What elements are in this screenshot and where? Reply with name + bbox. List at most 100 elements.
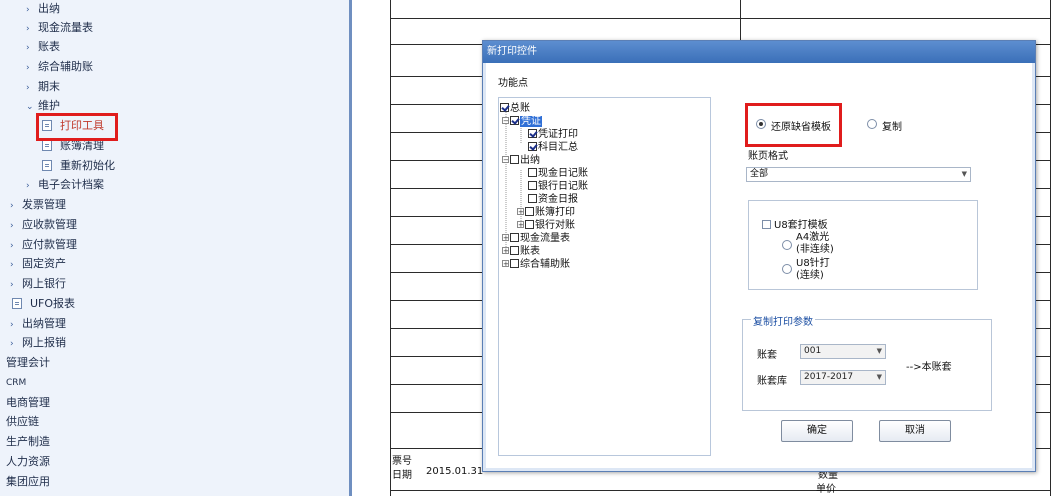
expand-icon[interactable]: + [502, 247, 509, 255]
date-value: 2015.01.31 [426, 466, 484, 477]
cancel-button[interactable]: 取消 [879, 420, 951, 442]
form-line [390, 490, 1051, 491]
sidebar-item-ecommerce[interactable]: 电商管理 [6, 394, 50, 412]
sidebar-item-reinitialize[interactable]: 重新初始化 [42, 157, 115, 175]
dialog-title[interactable]: 新打印控件 [483, 41, 1035, 63]
chevron-right-icon: › [10, 201, 14, 211]
sidebar-item-cashier-mgmt[interactable]: › 出纳管理 [10, 315, 66, 333]
form-line [390, 18, 1051, 19]
u8-template-option[interactable]: U8套打模板 [762, 216, 828, 231]
chevron-right-icon: › [10, 320, 14, 330]
tree-node-bank-reconcile[interactable]: + 银行对账 [517, 219, 575, 232]
function-point-label: 功能点 [498, 78, 528, 89]
tree-node-bank-journal[interactable]: 银行日记账 [528, 180, 588, 193]
sidebar-item-period-end[interactable]: › 期末 [26, 78, 60, 96]
expand-icon[interactable]: + [517, 208, 524, 216]
tree-node-cash-journal[interactable]: 现金日记账 [528, 167, 588, 180]
sidebar-item-online-bank[interactable]: › 网上银行 [10, 275, 66, 293]
tree-node-book-print[interactable]: + 账簿打印 [517, 206, 575, 219]
chevron-right-icon: › [10, 339, 14, 349]
sidebar-item-reports[interactable]: › 账表 [26, 38, 60, 56]
highlight-box [36, 113, 118, 141]
navigation-sidebar: › 出纳 › 现金流量表 › 账表 › 综合辅助账 › 期末 ⌄ 维护 打印工具 账簿清理 … [0, 0, 352, 496]
checkbox-unchecked[interactable] [510, 155, 519, 164]
sidebar-item-cashier[interactable]: › 出纳 [26, 0, 60, 18]
page-format-select[interactable]: 全部 ▼ [746, 167, 971, 182]
sidebar-item-payables[interactable]: › 应付款管理 [10, 236, 77, 254]
document-icon [42, 160, 52, 171]
chevron-right-icon: › [26, 43, 30, 53]
dropdown-arrow-icon: ▼ [961, 170, 967, 178]
radio-u8-needle[interactable] [782, 264, 792, 274]
tree-node-funds-daily[interactable]: 资金日报 [528, 193, 578, 206]
chevron-right-icon: › [10, 260, 14, 270]
expand-icon[interactable]: + [502, 234, 509, 242]
tree-node-cashier[interactable]: − 出纳 [502, 154, 540, 167]
checkbox-checked[interactable] [500, 103, 509, 112]
chevron-right-icon: › [26, 5, 30, 15]
checkbox-unchecked[interactable] [510, 259, 519, 268]
sidebar-item-auxiliary-ledger[interactable]: › 综合辅助账 [26, 58, 93, 76]
sidebar-item-invoice[interactable]: › 发票管理 [10, 196, 66, 214]
sidebar-item-ufo-report[interactable]: UFO报表 [12, 295, 75, 313]
function-tree: 总账 − 凭证 凭证打印 科目汇总 − 出纳 现金日记账 银行日记账 资金日报 + 账… [498, 97, 711, 456]
chevron-right-icon: › [10, 221, 14, 231]
a4-laser-label: A4激光 (非连续) [796, 232, 834, 255]
checkbox-unchecked[interactable] [510, 246, 519, 255]
checkbox-checked[interactable] [528, 142, 537, 151]
sidebar-item-manufacturing[interactable]: 生产制造 [6, 433, 50, 451]
collapse-icon[interactable]: − [502, 156, 509, 164]
tree-node-general-ledger[interactable]: 总账 [500, 102, 530, 115]
checkbox-checked[interactable] [510, 116, 519, 125]
tree-node-voucher[interactable]: − 凭证 [502, 115, 542, 128]
radio-a4-laser[interactable] [782, 240, 792, 250]
chevron-right-icon: › [26, 181, 30, 191]
tree-node-reports[interactable]: + 账表 [502, 245, 540, 258]
sidebar-item-online-expense[interactable]: › 网上报销 [10, 334, 66, 352]
sidebar-item-receivables[interactable]: › 应收款管理 [10, 216, 77, 234]
copy-params-group: 复制打印参数 [742, 313, 992, 411]
account-set-select[interactable]: 001 ▼ [800, 344, 886, 359]
sidebar-item-fixed-assets[interactable]: › 固定资产 [10, 255, 66, 273]
chevron-right-icon: › [10, 280, 14, 290]
dialog-body: 功能点 总账 − 凭证 凭证打印 科目汇总 − 出纳 现金日记账 银行日记账 资金日… [486, 63, 1032, 468]
tree-node-auxiliary-ledger[interactable]: + 综合辅助账 [502, 258, 570, 271]
checkbox-checked[interactable] [528, 129, 537, 138]
checkbox-unchecked[interactable] [528, 181, 537, 190]
expand-icon[interactable]: + [502, 260, 509, 268]
checkbox-unchecked[interactable] [525, 220, 534, 229]
checkbox-unchecked[interactable] [762, 220, 771, 229]
sidebar-item-supply-chain[interactable]: 供应链 [6, 413, 39, 431]
expand-icon[interactable]: + [517, 221, 524, 229]
checkbox-unchecked[interactable] [528, 168, 537, 177]
ok-button[interactable]: 确定 [781, 420, 853, 442]
sidebar-item-hr[interactable]: 人力资源 [6, 453, 50, 471]
dropdown-arrow-icon: ▼ [876, 373, 882, 381]
checkbox-unchecked[interactable] [510, 233, 519, 242]
sidebar-item-cash-flow[interactable]: › 现金流量表 [26, 19, 93, 37]
form-line [390, 0, 391, 496]
chevron-right-icon: › [26, 63, 30, 73]
sidebar-item-management-accounting[interactable]: 管理会计 [6, 354, 50, 372]
checkbox-unchecked[interactable] [525, 207, 534, 216]
dropdown-arrow-icon: ▼ [876, 347, 882, 355]
chevron-right-icon: › [10, 241, 14, 251]
collapse-icon[interactable]: − [502, 117, 509, 125]
u8-needle-label: U8针打 (连续) [796, 258, 830, 281]
sidebar-item-crm[interactable]: CRM [6, 374, 26, 392]
tree-node-subject-summary[interactable]: 科目汇总 [528, 141, 578, 154]
account-db-select[interactable]: 2017-2017 ▼ [800, 370, 886, 385]
tree-node-voucher-print[interactable]: 凭证打印 [528, 128, 578, 141]
new-print-control-dialog: 新打印控件 功能点 总账 − 凭证 凭证打印 科目汇总 − 出纳 现金日记账 银行日… [482, 40, 1036, 472]
chevron-right-icon: › [26, 24, 30, 34]
tree-node-cash-flow[interactable]: + 现金流量表 [502, 232, 570, 245]
chevron-right-icon: › [26, 83, 30, 93]
account-db-label: 账套库 [757, 376, 787, 387]
sidebar-item-e-archive[interactable]: › 电子会计档案 [26, 176, 104, 194]
radio-copy[interactable] [867, 119, 877, 129]
sidebar-item-group-apps[interactable]: 集团应用 [6, 473, 50, 491]
highlight-box [745, 103, 842, 147]
checkbox-unchecked[interactable] [528, 194, 537, 203]
account-set-label: 账套 [757, 350, 777, 361]
date-label: 日期 [392, 470, 412, 481]
